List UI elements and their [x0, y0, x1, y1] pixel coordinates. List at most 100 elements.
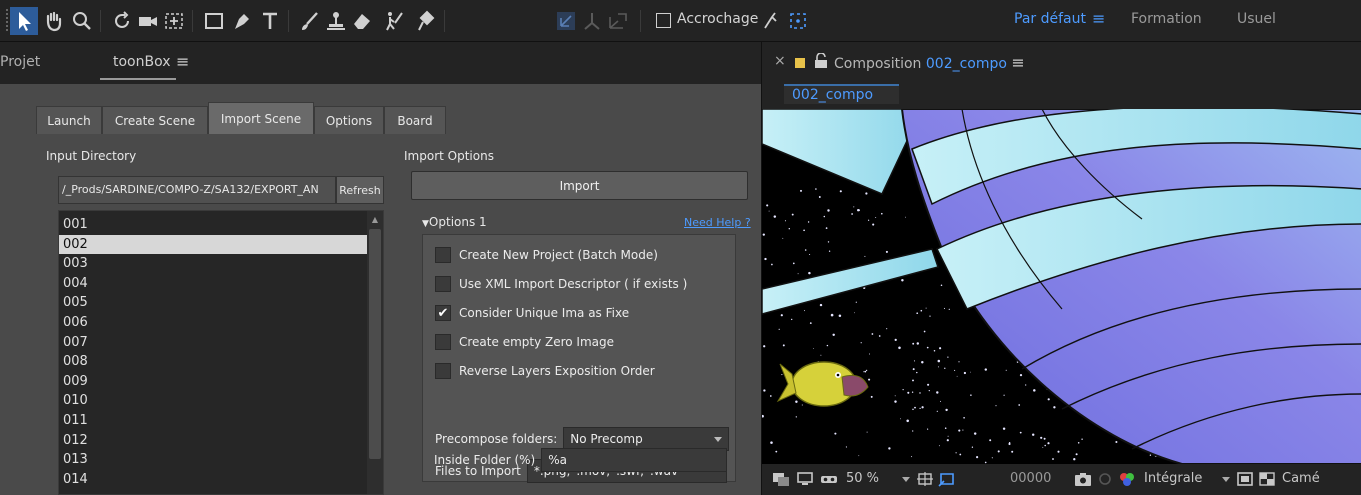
eraser-tool-icon[interactable]: [348, 7, 376, 35]
snapping-checkbox[interactable]: [656, 13, 671, 28]
lock-icon[interactable]: [814, 52, 828, 73]
camera-tool-icon[interactable]: [134, 7, 162, 35]
star: [928, 389, 930, 392]
list-item[interactable]: 002: [59, 234, 367, 254]
tab-toonbox[interactable]: toonBox: [113, 54, 171, 70]
panel-menu-icon[interactable]: ≡: [176, 52, 189, 71]
workspace-training[interactable]: Formation: [1131, 11, 1202, 27]
star: [799, 189, 803, 192]
close-icon[interactable]: ×: [774, 53, 786, 69]
safe-margins-icon[interactable]: [938, 471, 956, 487]
list-item[interactable]: 008: [59, 352, 367, 371]
checkbox[interactable]: [435, 276, 451, 292]
option-row[interactable]: Reverse Layers Exposition Order: [435, 361, 655, 381]
tab-create-scene[interactable]: Create Scene: [102, 106, 208, 134]
brush-tool-icon[interactable]: [296, 7, 324, 35]
view-axis-icon[interactable]: [604, 7, 632, 35]
roto-brush-icon[interactable]: [380, 7, 408, 35]
options-group-toggle[interactable]: ▼Options 1: [422, 215, 487, 229]
checkbox-checked[interactable]: ✔: [435, 305, 451, 321]
show-snapshot-icon[interactable]: [1096, 471, 1114, 487]
toolbar-grip[interactable]: [6, 9, 8, 33]
workspace-menu-icon[interactable]: ≡: [1092, 9, 1105, 28]
star: [954, 369, 956, 371]
preview-output-icon[interactable]: [772, 471, 790, 487]
workspace-usual[interactable]: Usuel: [1237, 11, 1276, 27]
monitor-icon[interactable]: [796, 471, 814, 487]
rectangle-tool-icon[interactable]: [200, 7, 228, 35]
tab-options[interactable]: Options: [314, 106, 384, 134]
zoom-level[interactable]: 50 %: [846, 471, 879, 486]
clone-stamp-icon[interactable]: [322, 7, 350, 35]
option-row[interactable]: Use XML Import Descriptor ( if exists ): [435, 274, 687, 294]
inside-folder-input[interactable]: %a: [541, 448, 728, 472]
zoom-tool-icon[interactable]: [68, 7, 96, 35]
option-row[interactable]: Create empty Zero Image: [435, 332, 614, 352]
star: [867, 219, 870, 221]
scene-list[interactable]: 001 002 003 004 005 006 007 008 009 010 011 012 013 0…: [58, 210, 384, 495]
transparency-grid-icon[interactable]: [1258, 471, 1276, 487]
type-tool-icon[interactable]: [256, 7, 284, 35]
snap-options-icon[interactable]: [758, 7, 786, 35]
active-camera-select[interactable]: Camé: [1282, 471, 1320, 486]
selection-tool-icon[interactable]: [10, 7, 38, 35]
tab-board[interactable]: Board: [384, 106, 446, 134]
input-directory-field[interactable]: /_Prods/SARDINE/COMPO-Z/SA132/EXPORT_AN: [58, 176, 336, 204]
list-item[interactable]: 009: [59, 372, 367, 391]
rotate-tool-icon[interactable]: [108, 7, 136, 35]
snapshot-camera-icon[interactable]: [1074, 471, 1092, 487]
star: [839, 190, 842, 193]
workspace-default[interactable]: Par défaut: [1014, 11, 1086, 27]
list-item[interactable]: 010: [59, 391, 367, 410]
pan-behind-icon[interactable]: [160, 7, 188, 35]
refresh-button[interactable]: Refresh: [336, 176, 384, 204]
composition-viewer[interactable]: [762, 109, 1361, 464]
star: [1075, 453, 1078, 456]
puppet-pin-icon[interactable]: [410, 7, 438, 35]
list-item[interactable]: 001: [59, 215, 367, 234]
need-help-link[interactable]: Need Help ?: [684, 216, 751, 229]
color-channels-icon[interactable]: [1118, 471, 1136, 487]
list-item[interactable]: 006: [59, 313, 367, 332]
list-item[interactable]: 012: [59, 431, 367, 450]
zoom-dropdown-icon[interactable]: [902, 477, 910, 482]
list-item[interactable]: 013: [59, 450, 367, 469]
current-timecode[interactable]: 00000: [1010, 471, 1051, 486]
checkbox[interactable]: [435, 334, 451, 350]
list-item[interactable]: 007: [59, 333, 367, 352]
region-of-interest-icon[interactable]: [1236, 471, 1254, 487]
resolution-select[interactable]: Intégrale: [1144, 471, 1202, 486]
resolution-dropdown-icon[interactable]: [1222, 477, 1230, 482]
snap-target-icon[interactable]: [784, 7, 812, 35]
hand-tool-icon[interactable]: [40, 7, 68, 35]
list-item[interactable]: 005: [59, 293, 367, 312]
tab-import-scene[interactable]: Import Scene: [208, 102, 314, 134]
list-item[interactable]: 011: [59, 411, 367, 430]
world-axis-icon[interactable]: [578, 7, 606, 35]
checkbox[interactable]: [435, 363, 451, 379]
tab-project[interactable]: Projet: [0, 54, 40, 70]
scroll-up-arrow-icon[interactable]: ▲: [367, 211, 383, 227]
local-axis-icon[interactable]: [552, 7, 580, 35]
toolbar-separator: [288, 10, 289, 32]
list-item[interactable]: 014: [59, 470, 367, 489]
composition-menu-icon[interactable]: ≡: [1011, 53, 1024, 72]
star: [865, 192, 868, 195]
tab-launch[interactable]: Launch: [36, 106, 102, 134]
checkbox[interactable]: [435, 247, 451, 263]
star: [769, 395, 772, 397]
composition-tab[interactable]: 002_compo: [784, 84, 899, 104]
list-item[interactable]: 004: [59, 274, 367, 293]
list-item[interactable]: 003: [59, 254, 367, 273]
import-button[interactable]: Import: [411, 171, 748, 200]
label-color-swatch[interactable]: [795, 58, 805, 68]
option-row[interactable]: ✔ Consider Unique Ima as Fixe: [435, 303, 629, 323]
scroll-thumb[interactable]: [369, 229, 381, 459]
star: [826, 344, 829, 347]
fit-frame-icon[interactable]: [916, 471, 934, 487]
option-row[interactable]: Create New Project (Batch Mode): [435, 245, 658, 265]
scene-list-scrollbar[interactable]: ▲: [367, 211, 383, 494]
vr-glasses-icon[interactable]: [820, 471, 838, 487]
star: [916, 312, 919, 315]
pen-tool-icon[interactable]: [228, 7, 256, 35]
